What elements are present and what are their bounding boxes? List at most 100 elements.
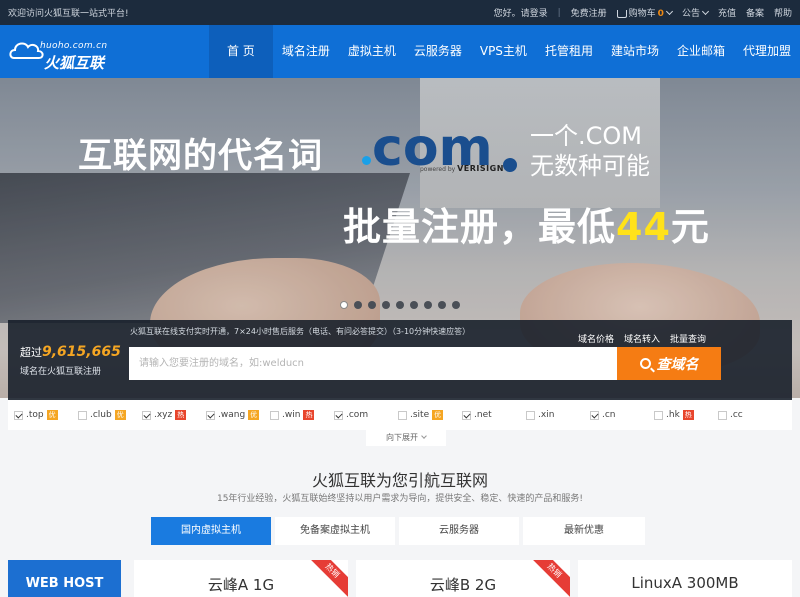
tld-option[interactable]: .win 热 bbox=[270, 410, 334, 420]
domain-stats: 超过9,615,665 域名在火狐互联注册 bbox=[20, 344, 121, 377]
promo-price: 44 bbox=[616, 205, 671, 249]
tld-checkbox[interactable] bbox=[398, 410, 407, 420]
nav-item-virtual-host[interactable]: 虚拟主机 bbox=[339, 25, 405, 78]
tld-label: .top bbox=[26, 410, 44, 420]
product-name: 云峰A 1G bbox=[207, 576, 275, 594]
tld-checkbox[interactable] bbox=[270, 410, 279, 420]
top-bar: 欢迎访问火狐互联一站式平台! 您好。请登录 | 免费注册 购物车 0 公告 充值 … bbox=[0, 0, 800, 25]
tab-no-filing-hosting[interactable]: 免备案虚拟主机 bbox=[275, 517, 395, 545]
tld-checkbox[interactable] bbox=[334, 410, 343, 420]
domain-search-input[interactable] bbox=[129, 347, 617, 380]
search-button-label: 查域名 bbox=[656, 356, 699, 373]
tld-label: .win bbox=[282, 410, 301, 420]
tld-checkbox[interactable] bbox=[142, 410, 151, 420]
carousel-dots bbox=[340, 301, 460, 309]
login-link[interactable]: 您好。请登录 bbox=[494, 6, 548, 19]
cart-icon bbox=[616, 9, 627, 18]
tld-badge: 优 bbox=[432, 410, 444, 420]
product-name: 云峰B 2G bbox=[429, 576, 497, 594]
tld-option[interactable]: .xin bbox=[526, 410, 590, 420]
notice-label: 公告 bbox=[681, 9, 700, 19]
carousel-dot[interactable] bbox=[340, 301, 348, 309]
tld-option[interactable]: .top 优 bbox=[14, 410, 78, 420]
dot-icon bbox=[362, 156, 371, 165]
product-card[interactable]: 云峰B 2G 热销 bbox=[356, 560, 570, 597]
service-notice: 火狐互联在线支付实时开通，7×24小时售后服务（电话、有问必答提交）（3-10分… bbox=[130, 327, 471, 336]
carousel-dot[interactable] bbox=[424, 301, 432, 309]
domain-count: 9,615,665 bbox=[42, 344, 121, 360]
tld-label: .com bbox=[346, 410, 369, 420]
verisign-mark: powered by VERISIGN bbox=[420, 164, 504, 173]
nav-item-home[interactable]: 首 页 bbox=[208, 25, 273, 78]
tld-option[interactable]: .hk 热 bbox=[654, 410, 718, 420]
carousel-dot[interactable] bbox=[382, 301, 390, 309]
tld-badge: 优 bbox=[114, 410, 126, 420]
carousel-dot[interactable] bbox=[354, 301, 362, 309]
nav-item-agent-join[interactable]: 代理加盟 bbox=[734, 25, 800, 78]
nav-item-enterprise-mail[interactable]: 企业邮箱 bbox=[668, 25, 734, 78]
help-link[interactable]: 帮助 bbox=[774, 6, 792, 19]
price-link[interactable]: 域名价格 bbox=[578, 332, 614, 345]
tld-option[interactable]: .site 优 bbox=[398, 410, 462, 420]
nav-item-hosting-rental[interactable]: 托管租用 bbox=[536, 25, 602, 78]
carousel-dot[interactable] bbox=[368, 301, 376, 309]
expand-label: 向下展开 bbox=[386, 433, 418, 442]
tab-latest-offers[interactable]: 最新优惠 bbox=[523, 517, 645, 545]
banner-sub2: 无数种可能 bbox=[530, 152, 650, 180]
product-card[interactable]: 云峰A 1G 热销 bbox=[134, 560, 348, 597]
tld-label: .cc bbox=[730, 410, 743, 420]
tld-option[interactable]: .net bbox=[462, 410, 526, 420]
promo-unit: 元 bbox=[670, 205, 710, 249]
bulk-search-link[interactable]: 批量查询 bbox=[670, 332, 706, 345]
tld-checkbox[interactable] bbox=[78, 410, 87, 420]
tld-checkbox[interactable] bbox=[14, 410, 23, 420]
product-card[interactable]: LinuxA 300MB bbox=[578, 560, 792, 597]
carousel-dot[interactable] bbox=[410, 301, 418, 309]
carousel-dot[interactable] bbox=[438, 301, 446, 309]
divider: | bbox=[557, 7, 561, 18]
tld-badge: 优 bbox=[46, 410, 58, 420]
tld-badge: 优 bbox=[248, 410, 260, 420]
search-domain-button[interactable]: 查域名 bbox=[617, 347, 721, 380]
verisign-text: VERISIGN bbox=[457, 164, 504, 173]
tld-checkbox[interactable] bbox=[526, 410, 535, 420]
nav-item-cloud-server[interactable]: 云服务器 bbox=[405, 25, 471, 78]
main-nav: huoho.com.cn 火狐互联 首 页域名注册 虚拟主机 云服务器 VPS主机 托管… bbox=[0, 25, 800, 78]
nav-item-vps-host[interactable]: VPS主机 bbox=[471, 25, 536, 78]
expand-toggle[interactable]: 向下展开 bbox=[366, 430, 446, 446]
logo[interactable]: huoho.com.cn 火狐互联 bbox=[0, 25, 204, 78]
tld-badge: 热 bbox=[303, 410, 315, 420]
tab-cloud-server[interactable]: 云服务器 bbox=[399, 517, 519, 545]
tld-checkbox[interactable] bbox=[718, 410, 727, 420]
tld-label: .site bbox=[410, 410, 430, 420]
tld-options: .top 优 .club 优 .xyz 热 .wang 优 .win 热 .com .site 优 .ne… bbox=[8, 400, 792, 430]
notice-link[interactable]: 公告 bbox=[681, 6, 709, 19]
filing-link[interactable]: 备案 bbox=[746, 6, 764, 19]
nav-item-domain-register[interactable]: 域名注册 bbox=[273, 25, 339, 78]
tld-checkbox[interactable] bbox=[206, 410, 215, 420]
tld-checkbox[interactable] bbox=[462, 410, 471, 420]
logo-domain: huoho.com.cn bbox=[40, 41, 108, 51]
tld-option[interactable]: .cc bbox=[718, 410, 782, 420]
carousel-dot[interactable] bbox=[396, 301, 404, 309]
tld-option[interactable]: .cn bbox=[590, 410, 654, 420]
tld-checkbox[interactable] bbox=[654, 410, 663, 420]
register-link[interactable]: 免费注册 bbox=[571, 6, 607, 19]
tld-label: .net bbox=[474, 410, 492, 420]
welcome-text: 欢迎访问火狐互联一站式平台! bbox=[8, 9, 129, 19]
recharge-link[interactable]: 充值 bbox=[718, 6, 736, 19]
cart-link[interactable]: 购物车 0 bbox=[616, 6, 673, 19]
nav-menu: 首 页域名注册 虚拟主机 云服务器 VPS主机 托管租用 建站市场 企业邮箱 代理加盟 bbox=[208, 25, 800, 78]
tld-checkbox[interactable] bbox=[590, 410, 599, 420]
tld-option[interactable]: .club 优 bbox=[78, 410, 142, 420]
tab-domestic-hosting[interactable]: 国内虚拟主机 bbox=[151, 517, 271, 545]
tld-option[interactable]: .com bbox=[334, 410, 398, 420]
nav-item-site-market[interactable]: 建站市场 bbox=[602, 25, 668, 78]
tld-option[interactable]: .wang 优 bbox=[206, 410, 270, 420]
logo-name: 火狐互联 bbox=[44, 54, 105, 72]
tld-option[interactable]: .xyz 热 bbox=[142, 410, 206, 420]
transfer-link[interactable]: 域名转入 bbox=[624, 332, 660, 345]
chevron-down-icon bbox=[701, 7, 709, 16]
product-tabs: 国内虚拟主机 免备案虚拟主机 云服务器 最新优惠 bbox=[151, 517, 645, 545]
carousel-dot[interactable] bbox=[452, 301, 460, 309]
